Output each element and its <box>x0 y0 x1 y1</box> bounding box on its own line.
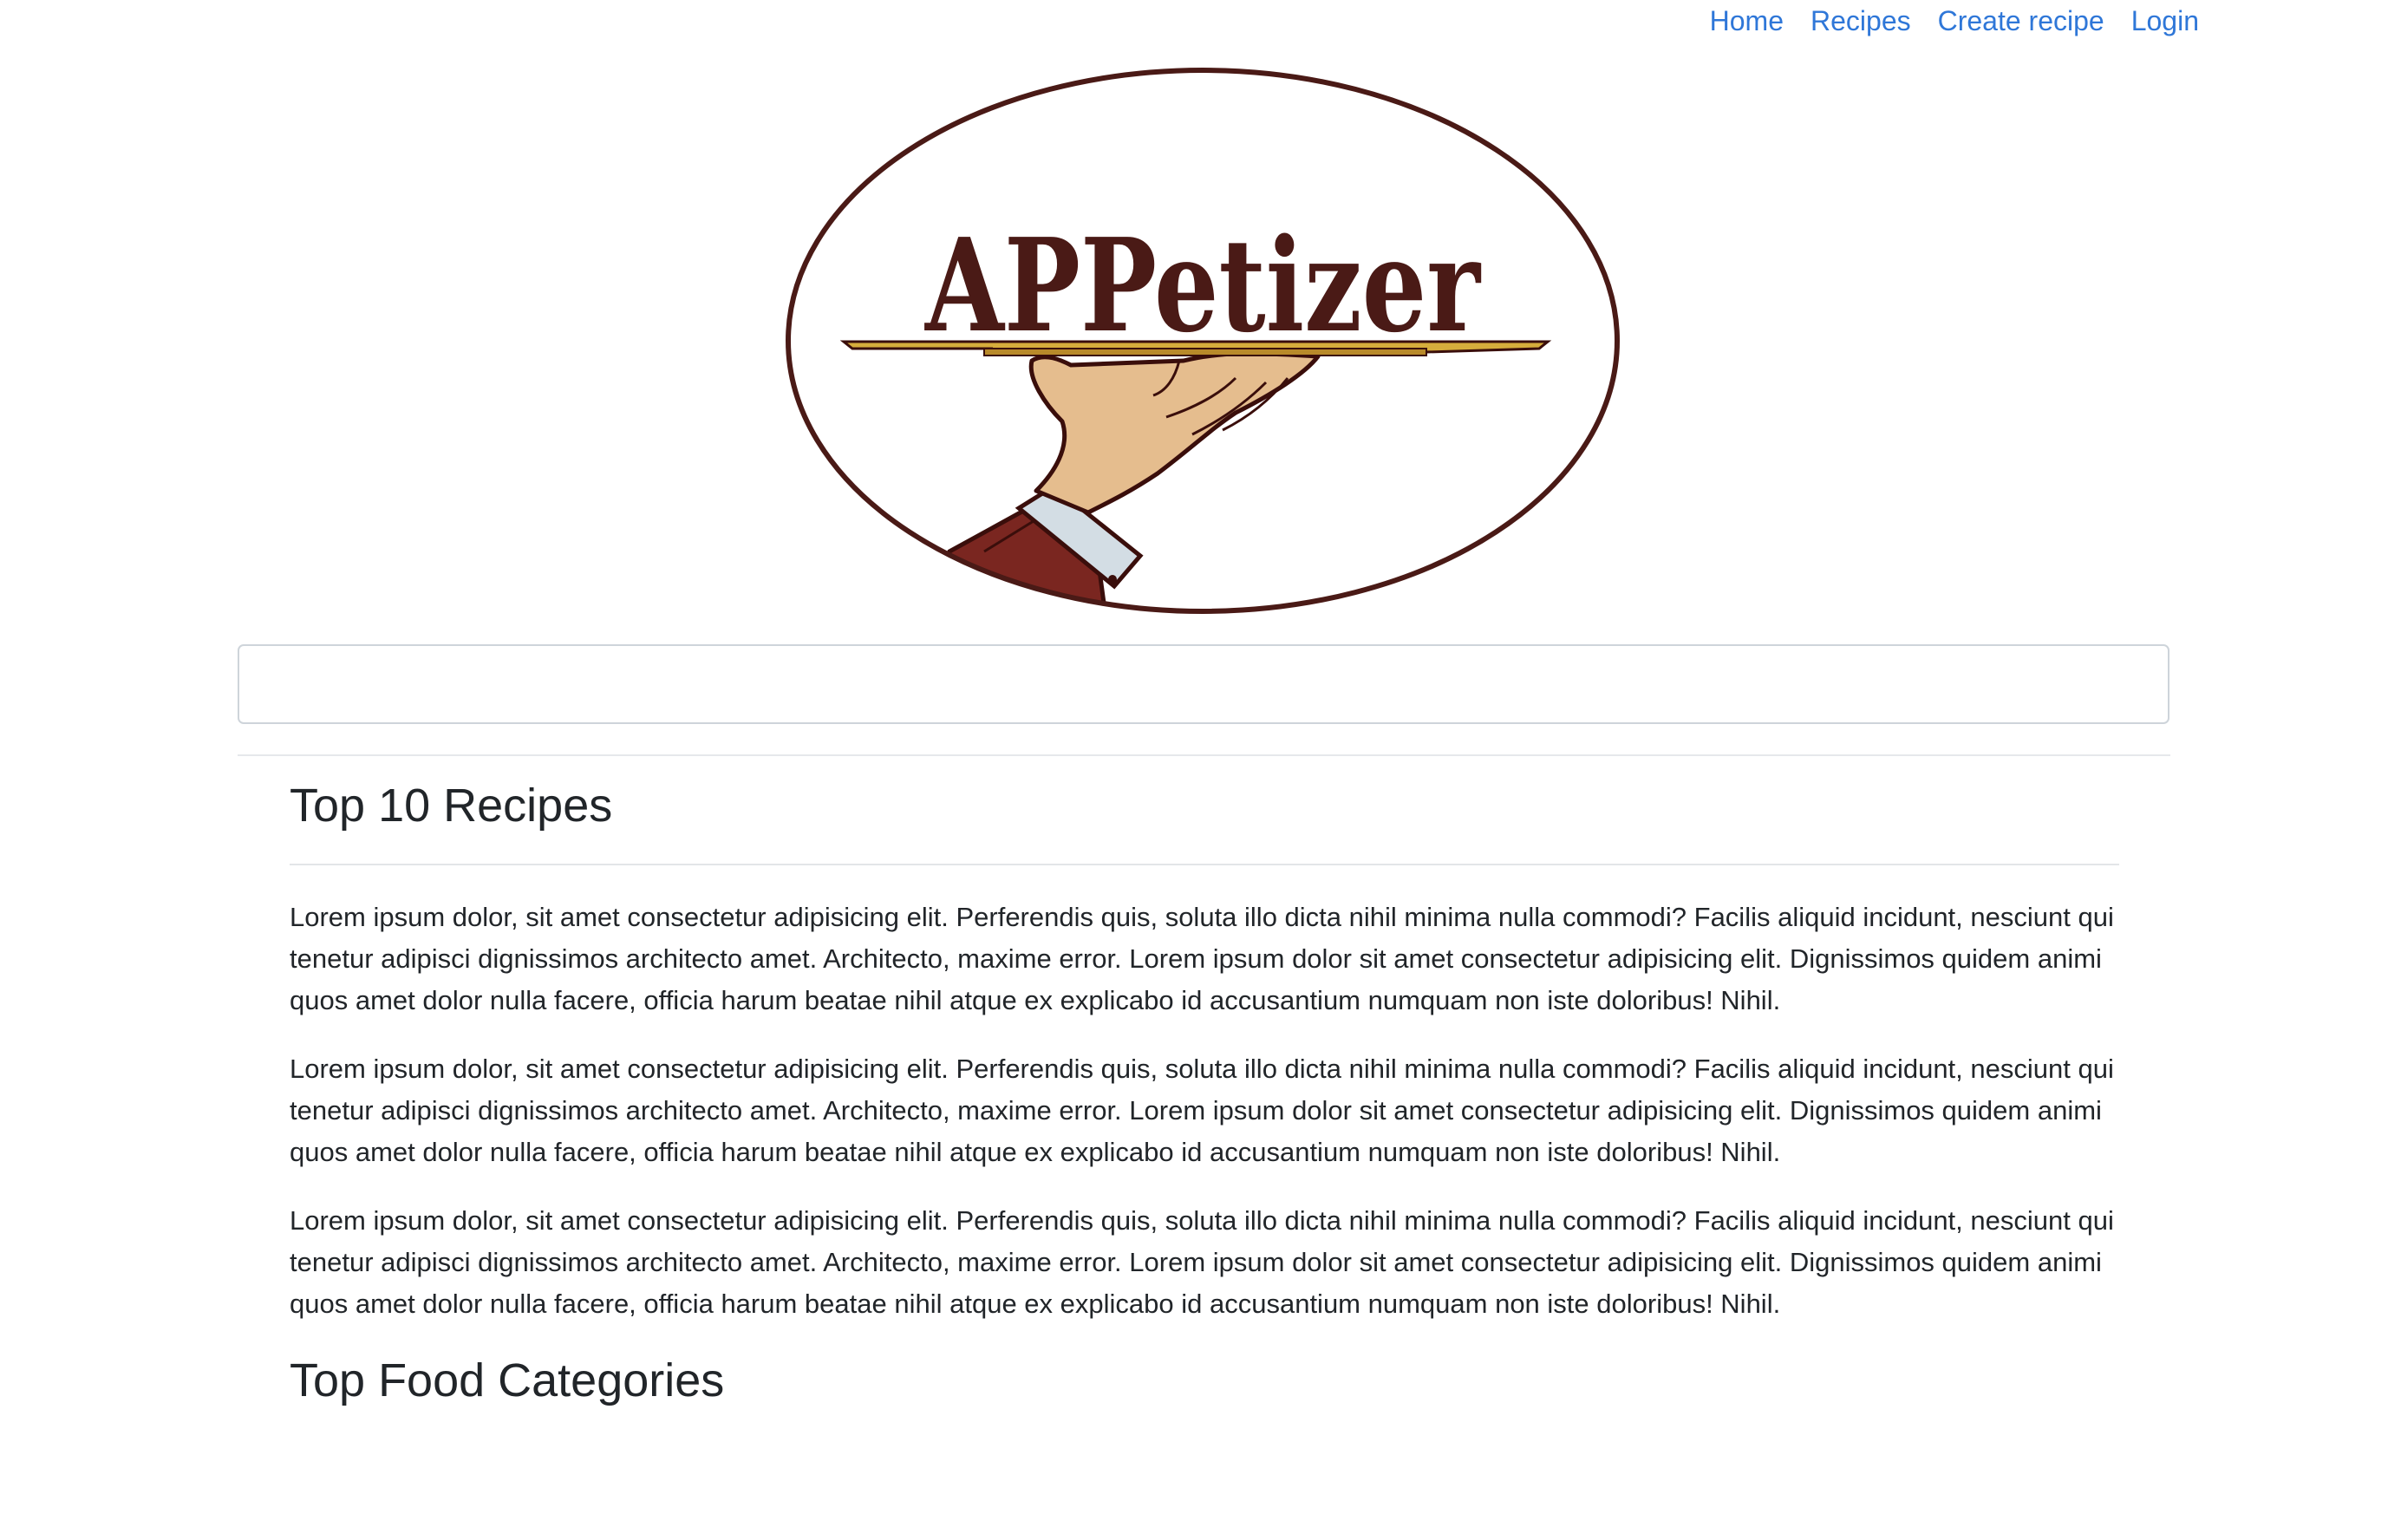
intro-paragraph-3: Lorem ipsum dolor, sit amet consectetur … <box>290 1205 2114 1319</box>
section-divider <box>238 754 2170 756</box>
logo-graphic: APPetizer <box>786 68 1620 614</box>
top-food-categories-heading: Top Food Categories <box>290 1354 725 1406</box>
intro-paragraph-1: Lorem ipsum dolor, sit amet consectetur … <box>290 902 2114 1015</box>
appetizer-logo: APPetizer <box>785 66 1621 616</box>
cuff-button <box>1108 575 1117 584</box>
nav-home-link[interactable]: Home <box>1710 0 1784 42</box>
heading-rule <box>290 864 2119 865</box>
intro-paragraph-2: Lorem ipsum dolor, sit amet consectetur … <box>290 1054 2114 1167</box>
nav-login-link[interactable]: Login <box>2131 0 2199 42</box>
palm-shape <box>1028 351 1321 515</box>
top-nav: Home Recipes Create recipe Login <box>1710 0 2199 42</box>
main-content: Top 10 Recipes Lorem ipsum dolor, sit am… <box>290 777 2119 1409</box>
top-recipes-heading: Top 10 Recipes <box>290 780 613 832</box>
logo-wordmark: APPetizer <box>923 210 1481 361</box>
hand-illustration <box>910 351 1321 611</box>
nav-recipes-link[interactable]: Recipes <box>1811 0 1911 42</box>
search-input[interactable] <box>238 644 2169 724</box>
nav-create-recipe-link[interactable]: Create recipe <box>1938 0 2104 42</box>
